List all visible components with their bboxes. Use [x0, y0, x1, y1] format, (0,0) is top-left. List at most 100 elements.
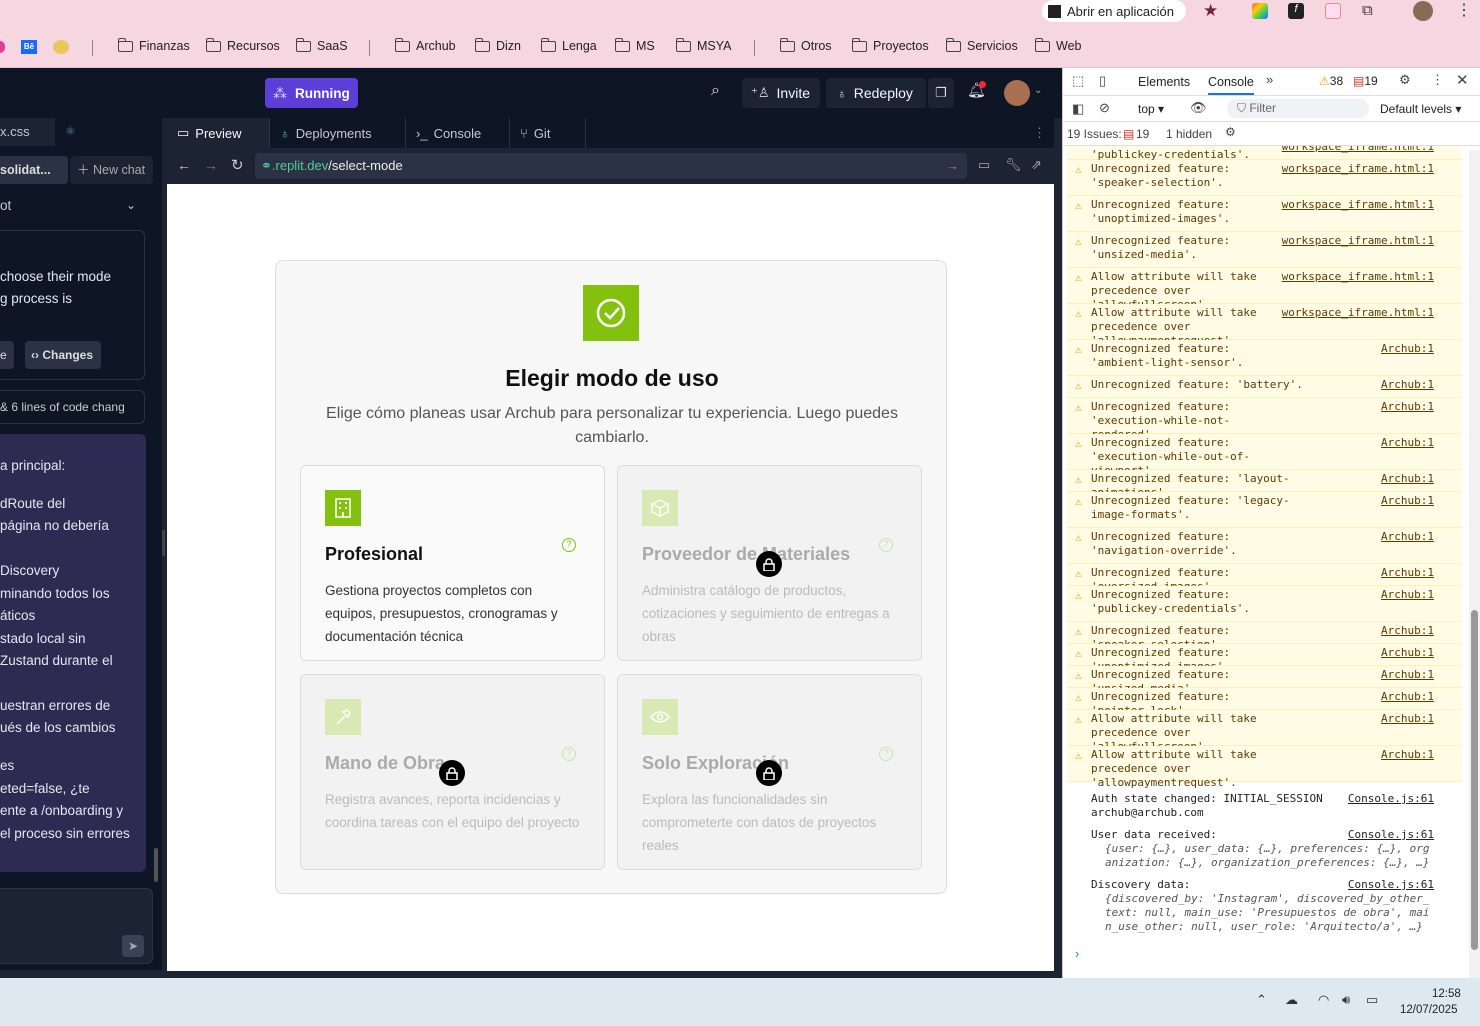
source-link[interactable]: Archub:1	[1381, 668, 1434, 682]
chat-title[interactable]: solidat...	[0, 156, 68, 184]
source-link[interactable]: Archub:1	[1381, 530, 1434, 544]
bookmark-folder[interactable]: MS	[614, 37, 655, 53]
clock-time[interactable]: 12:58	[1432, 988, 1461, 1000]
star-icon[interactable]: ★	[1203, 1, 1218, 21]
scrollbar[interactable]	[1469, 150, 1480, 978]
bookmark-folder[interactable]: Archub	[394, 37, 456, 53]
bookmark-folder[interactable]: SaaS	[295, 37, 348, 53]
console-warning[interactable]: ⚠ Unrecognized feature: 'execution-while-…	[1067, 398, 1462, 441]
source-link[interactable]: workspace_iframe.html:1	[1282, 234, 1434, 248]
source-link[interactable]: Archub:1	[1381, 472, 1434, 486]
source-link[interactable]: Archub:1	[1381, 646, 1434, 660]
changes-button[interactable]: ‹› Changes	[25, 341, 101, 369]
inspect-icon[interactable]: ⬚	[1072, 73, 1084, 89]
running-button[interactable]: ⁂ Running	[265, 78, 358, 108]
filter-input[interactable]: ⛉ Filter	[1227, 99, 1369, 118]
code-changes-summary[interactable]: & 6 lines of code chang	[0, 390, 145, 424]
search-icon[interactable]: ⌕	[711, 82, 720, 100]
console-log-entry[interactable]: Auth state changed: INITIAL_SESSION arch…	[1067, 790, 1462, 826]
sidebar-icon[interactable]: ◧	[1072, 101, 1084, 117]
bookmark-folder[interactable]: Recursos	[205, 37, 280, 53]
preview-button[interactable]: e	[0, 341, 14, 369]
new-chat-button[interactable]: ＋ New chat	[70, 156, 153, 184]
source-link[interactable]: Console.js:61	[1348, 792, 1434, 806]
context-select[interactable]: top ▾	[1138, 102, 1164, 116]
source-link[interactable]: Archub:1	[1381, 712, 1434, 726]
tab-elements[interactable]: Elements	[1138, 75, 1190, 89]
mode-card-solo-exploracion[interactable]: Solo Exploración Explora las funcionalid…	[617, 674, 922, 870]
console-warning[interactable]: ⚠Unrecognized feature: 'speaker-selectio…	[1067, 622, 1462, 651]
console-warning[interactable]: ⚠ Unrecognized feature: 'legacy-image-for…	[1067, 492, 1462, 528]
source-link[interactable]: workspace_iframe.html:1	[1282, 306, 1434, 320]
log-object[interactable]: {user: {…}, user_data: {…}, preferences:…	[1091, 842, 1436, 876]
kebab-icon[interactable]: ⋮	[1431, 72, 1444, 88]
send-icon[interactable]: ➤	[122, 935, 144, 957]
console-warning[interactable]: ⚠Unrecognized feature: 'unoptimized-imag…	[1067, 644, 1462, 673]
source-link[interactable]: Archub:1	[1381, 624, 1434, 638]
bookmark-folder[interactable]: Finanzas	[117, 37, 190, 53]
mode-card-mano-de-obra[interactable]: Mano de Obra Registra avances, reporta i…	[300, 674, 605, 870]
source-link[interactable]: Archub:1	[1381, 588, 1434, 602]
bookmark-folder[interactable]: Proyectos	[851, 37, 929, 53]
console-warning[interactable]: ⚠ Unrecognized feature: 'navigation-overr…	[1067, 528, 1462, 564]
mode-card-proveedor[interactable]: Proveedor de Materiales Administra catál…	[617, 465, 922, 661]
menu-icon[interactable]: ⋮	[1456, 0, 1472, 20]
log-object[interactable]: {discovered_by: 'Instagram', discovered_…	[1091, 892, 1436, 936]
console-warning[interactable]: ⚠ Allow attribute will take precedence ov…	[1067, 710, 1462, 753]
console-warning[interactable]: 'publickey-credentials'. workspace_iframe…	[1067, 146, 1462, 161]
extension-fx-icon[interactable]: f	[1288, 3, 1304, 19]
url-input[interactable]: ⚭.replit.dev/select-mode →	[255, 153, 967, 179]
console-warning[interactable]: ⚠ Unrecognized feature: 'ambient-light-se…	[1067, 340, 1462, 376]
errors-counter[interactable]: ▤19	[1353, 74, 1378, 88]
console-warning[interactable]: ⚠Unrecognized feature: 'pointer-lock'.Ar…	[1067, 688, 1462, 717]
warnings-counter[interactable]: ⚠38	[1319, 74, 1343, 88]
console-warning[interactable]: ⚠ Allow attribute will take precedence ov…	[1067, 304, 1462, 347]
help-icon[interactable]: ?	[562, 538, 576, 552]
invite-button[interactable]: ⁺♙ Invite	[742, 78, 820, 108]
more-tabs-icon[interactable]: »	[1266, 72, 1273, 87]
back-icon[interactable]: ←	[177, 157, 191, 173]
help-icon[interactable]: ?	[879, 538, 893, 552]
source-link[interactable]: Archub:1	[1381, 436, 1434, 450]
console-warning[interactable]: ⚠Unrecognized feature: 'oversized-images…	[1067, 564, 1462, 593]
gear-icon[interactable]: ⚙	[1399, 72, 1411, 88]
go-icon[interactable]: →	[946, 153, 959, 179]
cloud-icon[interactable]: ☁	[1285, 992, 1298, 1008]
console-log-entry[interactable]: Discovery data: {discovered_by: 'Instagra…	[1067, 876, 1462, 936]
user-avatar[interactable]	[1004, 80, 1030, 106]
bookmark-folder[interactable]: Servicios	[945, 37, 1018, 53]
extension-icon-2[interactable]	[1325, 3, 1341, 19]
source-link[interactable]: Archub:1	[1381, 400, 1434, 414]
console-prompt[interactable]: ›	[1075, 946, 1079, 961]
help-icon[interactable]: ?	[562, 747, 576, 761]
source-link[interactable]: Archub:1	[1381, 494, 1434, 508]
volume-icon[interactable]: 🔊︎	[1342, 992, 1350, 1008]
eye-icon[interactable]: 👁︎	[1190, 100, 1207, 116]
console-warning[interactable]: ⚠ Unrecognized feature: 'publickey-creden…	[1067, 586, 1462, 622]
more-icon[interactable]: ⋮	[1033, 125, 1046, 141]
open-external-icon[interactable]: ⇗	[1031, 157, 1042, 173]
tab-console[interactable]: ›_ Console	[406, 118, 510, 148]
tab-preview[interactable]: ▭ Preview	[167, 118, 270, 148]
bookmark-folder[interactable]: Otros	[779, 37, 832, 53]
chevron-down-icon[interactable]: ⌄	[1034, 85, 1042, 96]
redeploy-button[interactable]: ♁ Redeploy	[826, 78, 926, 108]
tab-git[interactable]: ⑂ Git	[510, 118, 586, 148]
source-link[interactable]: workspace_iframe.html:1	[1282, 198, 1434, 212]
console-warning[interactable]: ⚠ Unrecognized feature: 'battery'. Archub:…	[1067, 376, 1462, 398]
source-link[interactable]: Console.js:61	[1348, 828, 1434, 842]
device-toggle-icon[interactable]: ▯	[1099, 73, 1106, 89]
bookmark-folder[interactable]: Lenga	[540, 37, 597, 53]
battery-icon[interactable]: ▭	[1366, 992, 1378, 1008]
chat-input[interactable]: ➤	[0, 888, 153, 964]
tab-deployments[interactable]: ♁ Deployments	[270, 118, 406, 148]
source-link[interactable]: Archub:1	[1381, 748, 1434, 762]
forward-icon[interactable]: →	[204, 157, 218, 173]
source-link[interactable]: workspace_iframe.html:1	[1282, 146, 1434, 154]
bookmark-icon-2[interactable]	[53, 40, 69, 54]
issues-bar[interactable]: 19 Issues: ▤ 19 1 hidden ⚙	[1063, 122, 1480, 146]
puzzle-icon[interactable]: ⧉	[1362, 2, 1373, 19]
source-link[interactable]: Console.js:61	[1348, 878, 1434, 892]
console-log-entry[interactable]: User data received: {user: {…}, user_data…	[1067, 826, 1462, 876]
copy-icon[interactable]: ❐	[928, 78, 954, 108]
